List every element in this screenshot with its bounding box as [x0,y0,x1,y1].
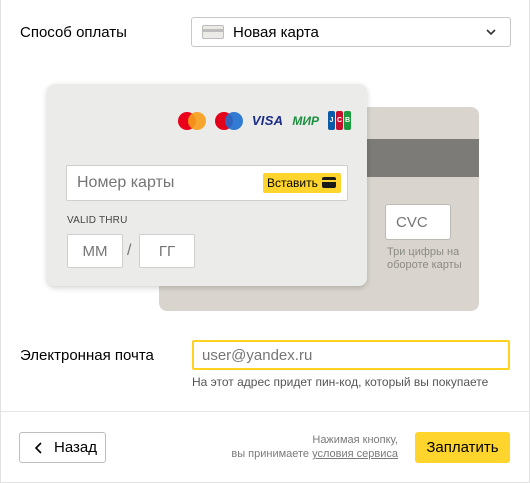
terms-link[interactable]: условия сервиса [312,448,398,460]
expiry-year-input[interactable] [139,234,195,268]
card-number-field: Вставить [66,165,348,201]
card-number-input[interactable] [67,166,247,200]
terms-notice: Нажимая кнопку, вы принимаете условия се… [231,433,398,461]
email-hint: На этот адрес придет пин-код, который вы… [192,375,489,389]
expiry-month-input[interactable] [67,234,123,268]
card-front: VISA МИР J C B Вставить VALID THRU / [47,84,367,286]
terms-line-2: вы принимаете условия сервиса [231,447,398,461]
chevron-down-icon [486,29,496,36]
card-icon [202,25,224,39]
maestro-logo [214,111,243,130]
paste-label: Вставить [267,176,318,190]
valid-thru-label: VALID THRU [67,215,128,226]
payment-method-value: Новая карта [233,23,319,41]
terms-line-1: Нажимая кнопку, [312,434,398,446]
payment-method-select[interactable]: Новая карта [191,17,511,47]
email-label: Электронная почта [20,347,154,364]
back-button[interactable]: Назад [19,432,106,463]
footer-divider [1,411,530,412]
paste-button[interactable]: Вставить [263,173,341,193]
mir-logo: МИР [292,113,319,128]
payment-form: Способ оплаты Новая карта Три цифры на о… [0,0,530,483]
cvc-hint: Три цифры на обороте карты [387,246,462,271]
back-label: Назад [54,439,97,456]
payment-method-label: Способ оплаты [20,24,127,41]
pay-button[interactable]: Заплатить [415,432,510,463]
visa-logo: VISA [251,113,284,128]
card-brand-logos: VISA МИР J C B [177,111,351,130]
terms-prefix: вы принимаете [231,448,313,460]
chevron-left-icon [34,441,42,454]
card-paste-icon [322,177,336,188]
email-input[interactable] [192,340,510,370]
expiry-separator: / [127,242,132,259]
mastercard-logo [177,111,206,130]
cvc-input[interactable] [385,204,451,240]
jcb-logo: J C B [328,111,351,130]
